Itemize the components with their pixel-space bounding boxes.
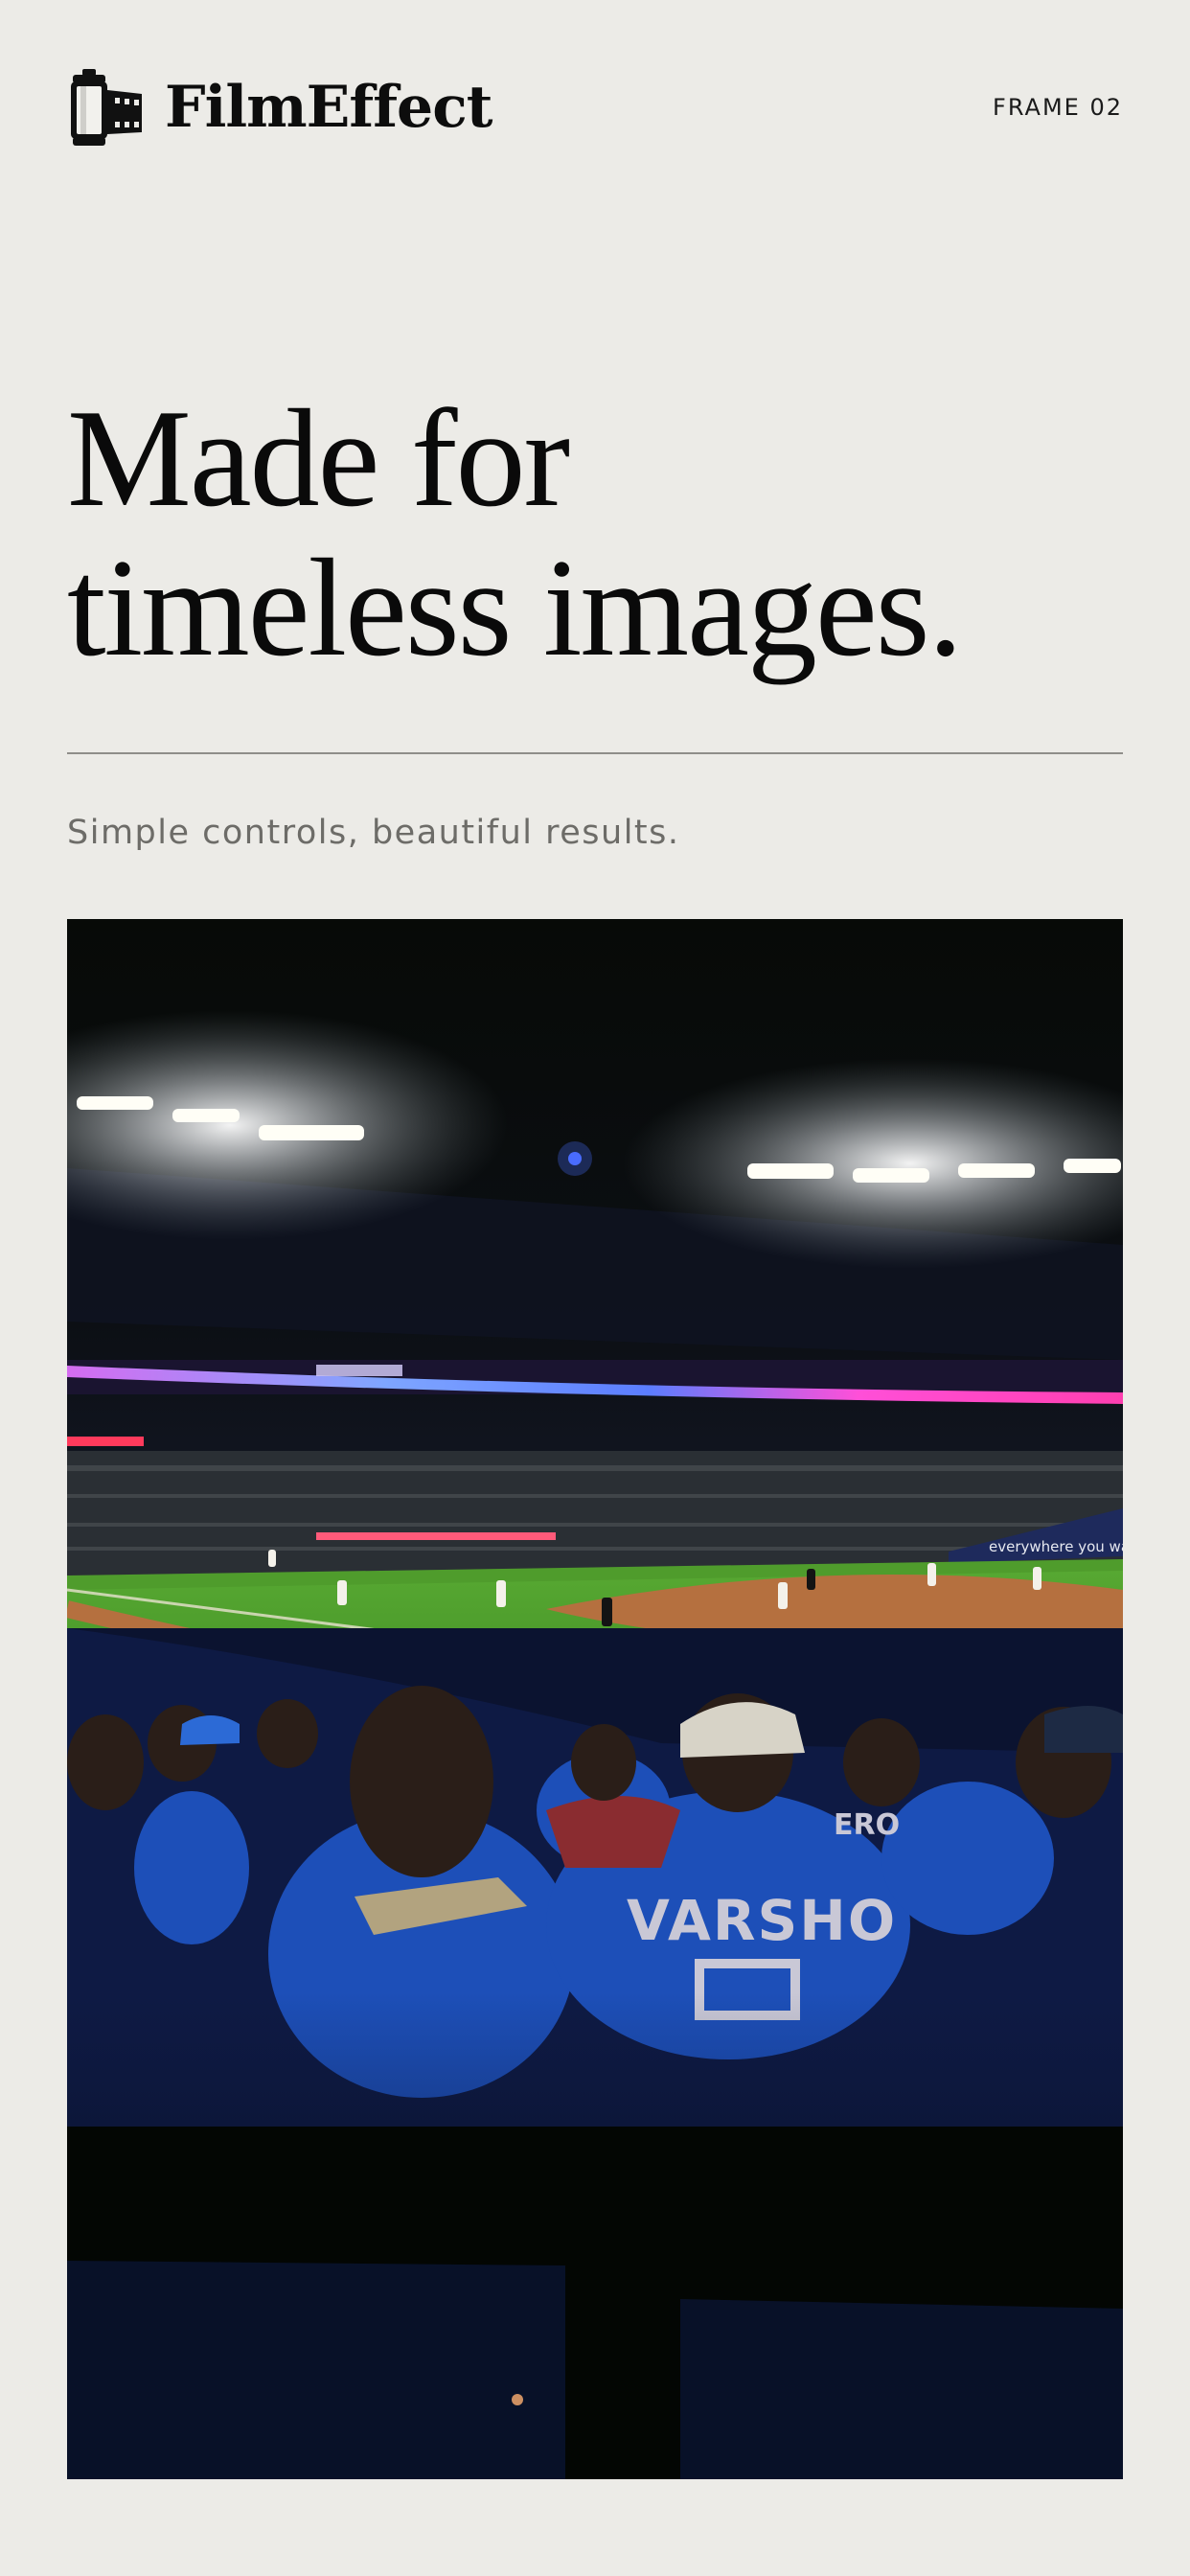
headline-line-2: timeless images. xyxy=(67,530,963,686)
stadium-photo: everywhere you want to be xyxy=(67,919,1123,2479)
subtitle: Simple controls, beautiful results. xyxy=(67,814,680,852)
banner-text: everywhere you want to be xyxy=(989,1538,1123,1555)
divider xyxy=(67,752,1123,754)
film-canister-icon xyxy=(71,69,142,146)
frame-label: FRAME 02 xyxy=(993,94,1123,121)
jersey-text: VARSHO xyxy=(627,1888,897,1953)
headline-line-1: Made for xyxy=(67,380,570,536)
neighbor-jersey-text: ERO xyxy=(834,1808,900,1842)
brand[interactable]: FilmEffect xyxy=(67,67,492,148)
brand-name: FilmEffect xyxy=(165,74,492,141)
app-header: FilmEffect FRAME 02 xyxy=(67,67,1123,148)
stadium-photo-image: everywhere you want to be xyxy=(67,919,1123,2479)
headline: Made for timeless images. xyxy=(67,380,1123,686)
